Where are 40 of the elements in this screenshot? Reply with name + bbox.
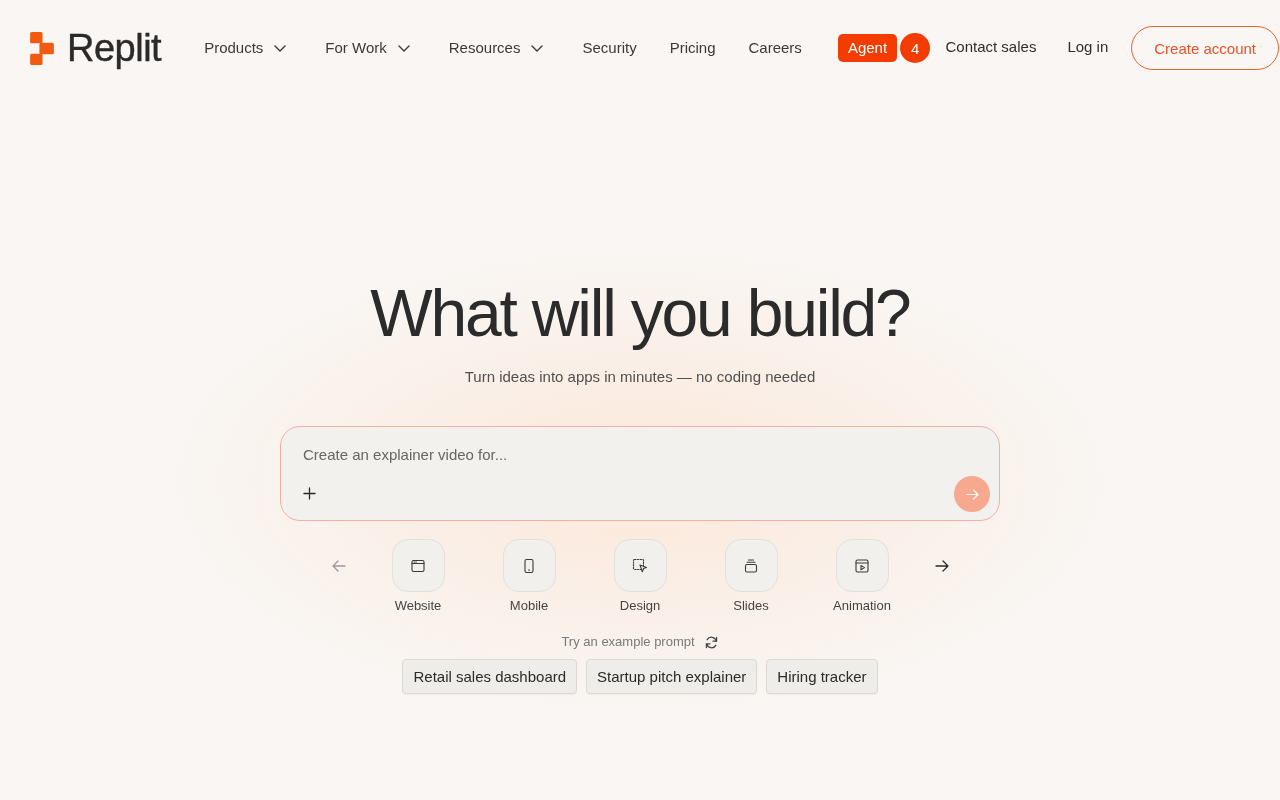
mode-option[interactable]: Slides [695,539,807,614]
dashed-selection-cursor-icon [613,539,667,592]
prompt-field[interactable]: Create an explainer video for... [280,426,1000,521]
prompt-input[interactable]: Create an explainer video for... [303,436,963,472]
chevron-down-icon [531,44,544,52]
logo-icon[interactable] [30,31,54,65]
chevron-down-icon [397,44,410,52]
nav-link[interactable]: Security [582,38,637,58]
hero-subtitle: Turn ideas into apps in minutes — no coding needed [464,367,816,387]
refresh-icon[interactable] [703,634,719,650]
agent-button[interactable]: Agent [837,34,898,62]
stacked-cards-icon [724,539,778,592]
mode-option[interactable]: Design [584,539,696,614]
browser-window-icon [391,539,445,592]
next-button[interactable] [934,560,949,572]
hero-title: What will you build? [370,275,910,352]
nav-menu-item[interactable]: For Work [325,38,416,58]
example-prompt-chip[interactable]: Startup pitch explainer [586,659,758,694]
chevron-down-icon [274,44,287,52]
arrow-right-icon [934,560,949,572]
plus-icon [303,487,316,500]
nav-menu-item[interactable]: Products [204,38,293,58]
play-window-icon [835,539,889,592]
example-prompt-label: Try an example prompt [561,634,695,650]
arrow-right-icon [965,488,979,500]
nav-link[interactable]: Log in [1067,36,1109,57]
mode-option[interactable]: Website [362,539,474,614]
arrow-left-icon [331,560,346,572]
phone-icon [502,539,556,592]
nav-menu-item[interactable]: Resources [448,38,550,58]
attach-button[interactable] [303,487,317,501]
nav-link[interactable]: Pricing [669,38,716,58]
mode-option[interactable]: Mobile [473,539,585,614]
count-badge: 4 [900,33,931,63]
nav-link[interactable]: Contact sales [945,36,1037,57]
example-prompt-chip[interactable]: Retail sales dashboard [402,659,578,694]
logo-wordmark[interactable]: Replit [67,26,162,70]
nav-link[interactable]: Careers [748,38,802,58]
example-prompt-chip[interactable]: Hiring tracker [766,659,878,694]
mode-option[interactable]: Animation [806,539,918,614]
